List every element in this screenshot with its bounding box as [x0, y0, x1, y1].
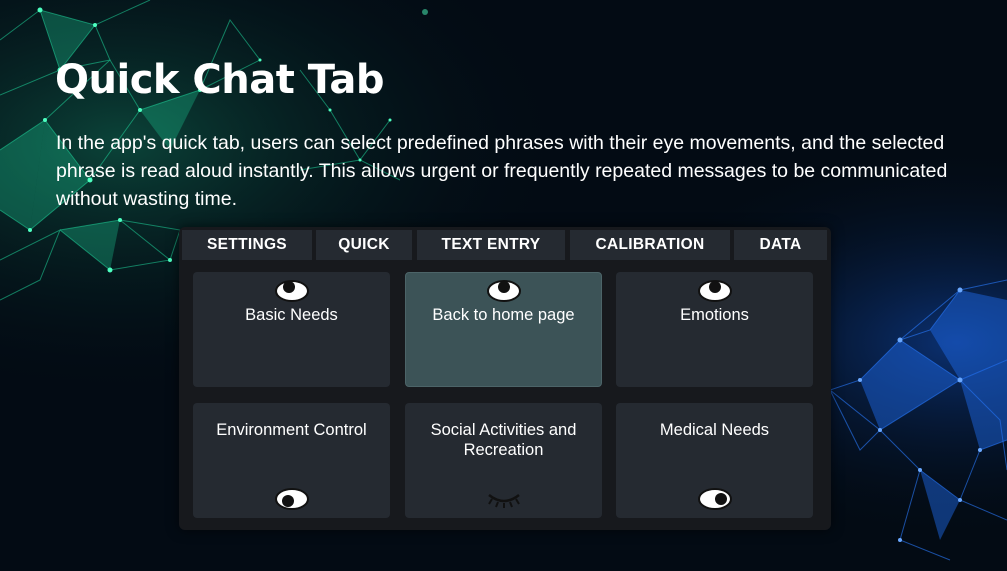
card-label: Back to home page	[432, 306, 575, 324]
phrase-card-emotions[interactable]: Emotions	[616, 272, 813, 387]
eye-looking-up-icon	[697, 280, 732, 302]
tab-quick[interactable]: QUICK	[316, 230, 412, 260]
phrase-card-basic-needs[interactable]: Basic Needs	[193, 272, 390, 387]
phrase-card-medical-needs[interactable]: Medical Needs	[616, 403, 813, 518]
tab-settings[interactable]: SETTINGS	[182, 230, 312, 260]
card-label: Emotions	[680, 306, 749, 324]
card-label: Environment Control	[216, 421, 367, 439]
phrase-card-environment-control[interactable]: Environment Control	[193, 403, 390, 518]
tab-data[interactable]: DATA	[734, 230, 827, 260]
closed-eye-icon	[487, 493, 520, 508]
slide-title: Quick Chat Tab	[55, 57, 385, 103]
card-label: Medical Needs	[659, 421, 770, 439]
app-window: SETTINGS QUICK TEXT ENTRY CALIBRATION DA…	[179, 227, 831, 530]
eye-looking-down-icon	[274, 488, 309, 510]
tab-calibration[interactable]: CALIBRATION	[570, 230, 730, 260]
phrase-card-social-activities[interactable]: Social Activities and Recreation	[405, 403, 602, 518]
slide-description: In the app's quick tab, users can select…	[56, 132, 948, 210]
card-label: Social Activities and Recreation	[430, 421, 577, 459]
tab-text-entry[interactable]: TEXT ENTRY	[417, 230, 565, 260]
eye-looking-right-icon	[697, 488, 732, 510]
phrase-card-back-to-home-page[interactable]: Back to home page	[405, 272, 602, 387]
eye-looking-up-icon	[274, 280, 309, 302]
eye-looking-up-icon	[486, 280, 521, 302]
card-label: Basic Needs	[245, 306, 338, 324]
